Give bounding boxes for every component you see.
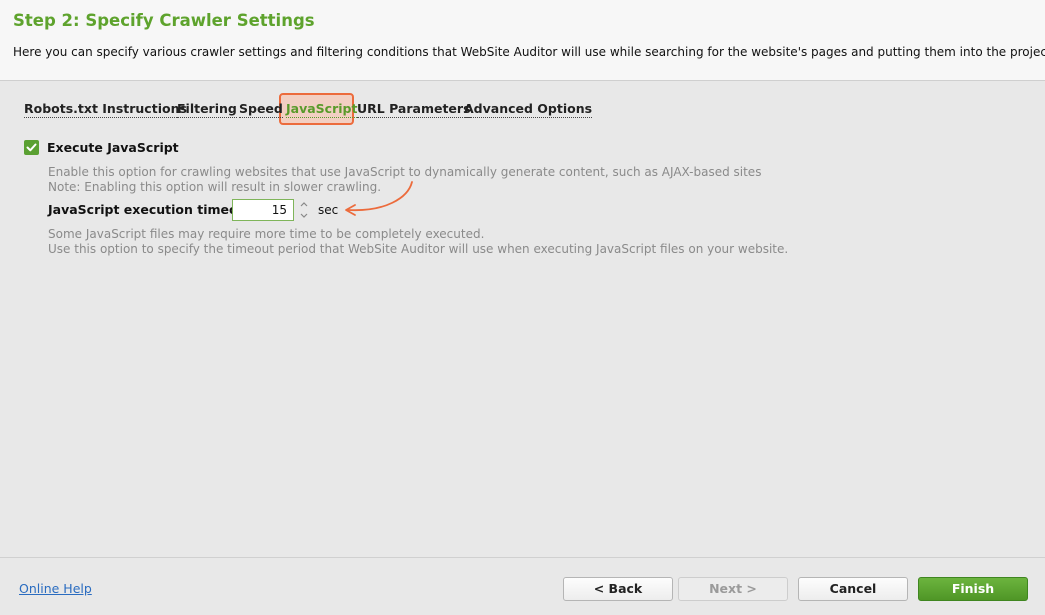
tab-robots-txt[interactable]: Robots.txt Instructions (24, 100, 187, 118)
timeout-description-line1: Some JavaScript files may require more t… (48, 227, 485, 241)
execute-description-line2: Note: Enabling this option will result i… (48, 180, 382, 194)
tab-javascript[interactable]: JavaScript (286, 100, 358, 118)
tab-speed[interactable]: Speed (239, 100, 283, 118)
next-button[interactable]: Next > (678, 577, 788, 601)
spin-up-icon[interactable] (298, 199, 310, 210)
finish-button[interactable]: Finish (918, 577, 1028, 601)
page-title: Step 2: Specify Crawler Settings (13, 11, 315, 30)
cancel-button[interactable]: Cancel (798, 577, 908, 601)
timeout-unit-label: sec (318, 203, 339, 217)
timeout-label: JavaScript execution timeout (48, 202, 253, 217)
header: Step 2: Specify Crawler Settings Here yo… (0, 0, 1045, 81)
annotation-arrow-icon (345, 181, 413, 216)
execute-javascript-label[interactable]: Execute JavaScript (47, 140, 179, 155)
tab-url-parameters[interactable]: URL Parameters (357, 100, 471, 118)
execute-javascript-checkbox[interactable] (24, 140, 39, 155)
tab-filtering[interactable]: Filtering (177, 100, 237, 118)
page-subtitle: Here you can specify various crawler set… (13, 45, 1045, 59)
execute-description-line1: Enable this option for crawling websites… (48, 165, 762, 179)
tab-advanced-options[interactable]: Advanced Options (464, 100, 593, 118)
back-button[interactable]: < Back (563, 577, 673, 601)
timeout-input[interactable] (232, 199, 294, 221)
timeout-spinner (298, 199, 310, 221)
spin-down-icon[interactable] (298, 210, 310, 221)
footer-divider (0, 557, 1045, 558)
timeout-description-line2: Use this option to specify the timeout p… (48, 242, 789, 256)
checkmark-icon (26, 143, 37, 152)
online-help-link[interactable]: Online Help (19, 581, 92, 596)
